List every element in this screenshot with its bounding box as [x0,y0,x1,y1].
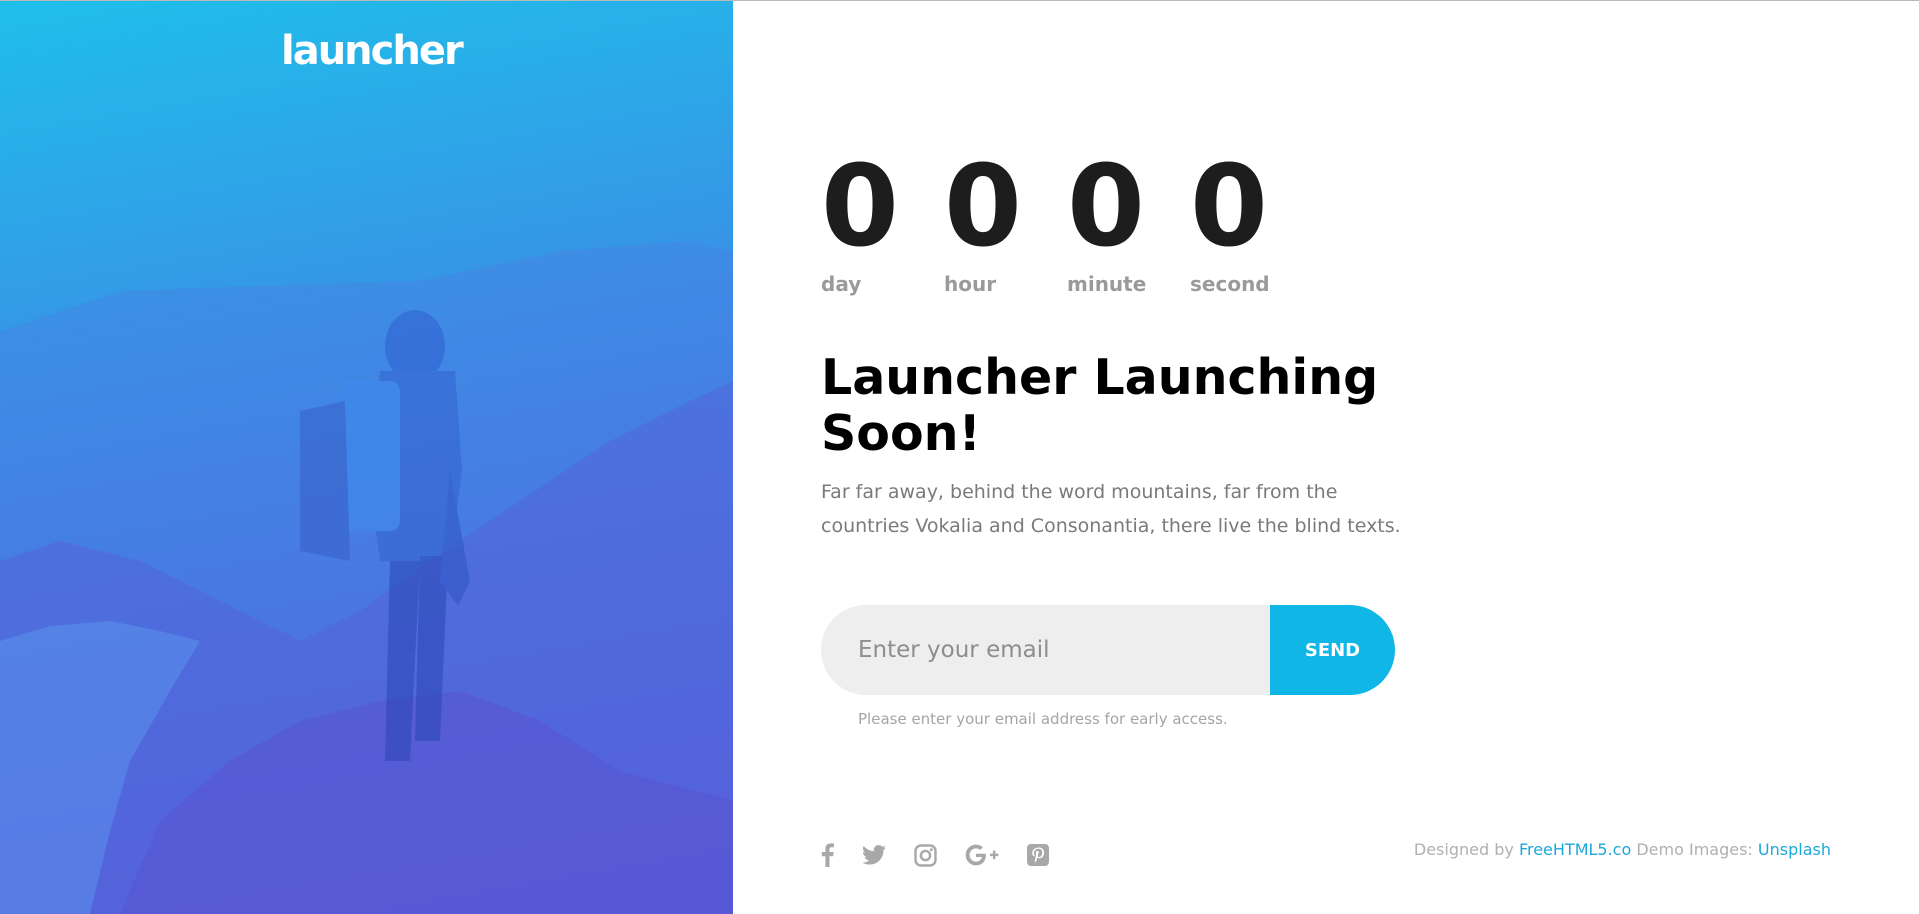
designed-by-prefix: Designed by [1413,840,1514,859]
pinterest-link[interactable] [1027,844,1049,866]
countdown-timer: 0 day 0 hour 0 minute 0 second [821,148,1313,296]
countdown-day-label: day [821,272,862,296]
page-title: Launcher Launching Soon! [821,349,1379,462]
instagram-icon [914,843,937,867]
footer-credits: Designed by FreeHTML5.co Demo Images: Un… [1414,840,1831,859]
countdown-second: 0 second [1190,148,1313,296]
countdown-minute: 0 minute [1067,148,1190,296]
google-plus-icon [965,844,999,866]
countdown-minute-value: 0 [1067,142,1145,272]
intro-text: Far far away, behind the word mountains,… [821,481,1401,537]
facebook-link[interactable] [821,843,834,867]
countdown-day-value: 0 [821,142,899,272]
countdown-minute-label: minute [1067,272,1147,296]
email-input[interactable] [821,605,1270,695]
social-links [821,843,1077,867]
facebook-icon [821,843,834,867]
google-plus-link[interactable] [965,844,999,866]
countdown-day: 0 day [821,148,944,296]
signup-hint: Please enter your email address for earl… [858,710,1228,728]
countdown-second-value: 0 [1190,142,1268,272]
countdown-second-label: second [1190,272,1270,296]
images-link[interactable]: Unsplash [1758,840,1831,859]
twitter-link[interactable] [862,845,886,865]
countdown-hour-label: hour [944,272,997,296]
main-content: 0 day 0 hour 0 minute 0 second Launcher … [821,0,1919,914]
twitter-icon [862,845,886,865]
pinterest-icon [1027,844,1049,866]
countdown-hour-value: 0 [944,142,1022,272]
instagram-link[interactable] [914,843,937,867]
countdown-hour: 0 hour [944,148,1067,296]
send-button[interactable]: SEND [1270,605,1395,695]
logo[interactable]: launcher [281,27,464,75]
signup-form: SEND [821,605,1395,695]
designer-link[interactable]: FreeHTML5.co [1519,840,1631,859]
hero-image-panel: launcher [0,1,733,914]
top-rule [0,0,1919,1]
demo-images-prefix: Demo Images: [1636,840,1753,859]
hiker-background-image [0,241,733,914]
